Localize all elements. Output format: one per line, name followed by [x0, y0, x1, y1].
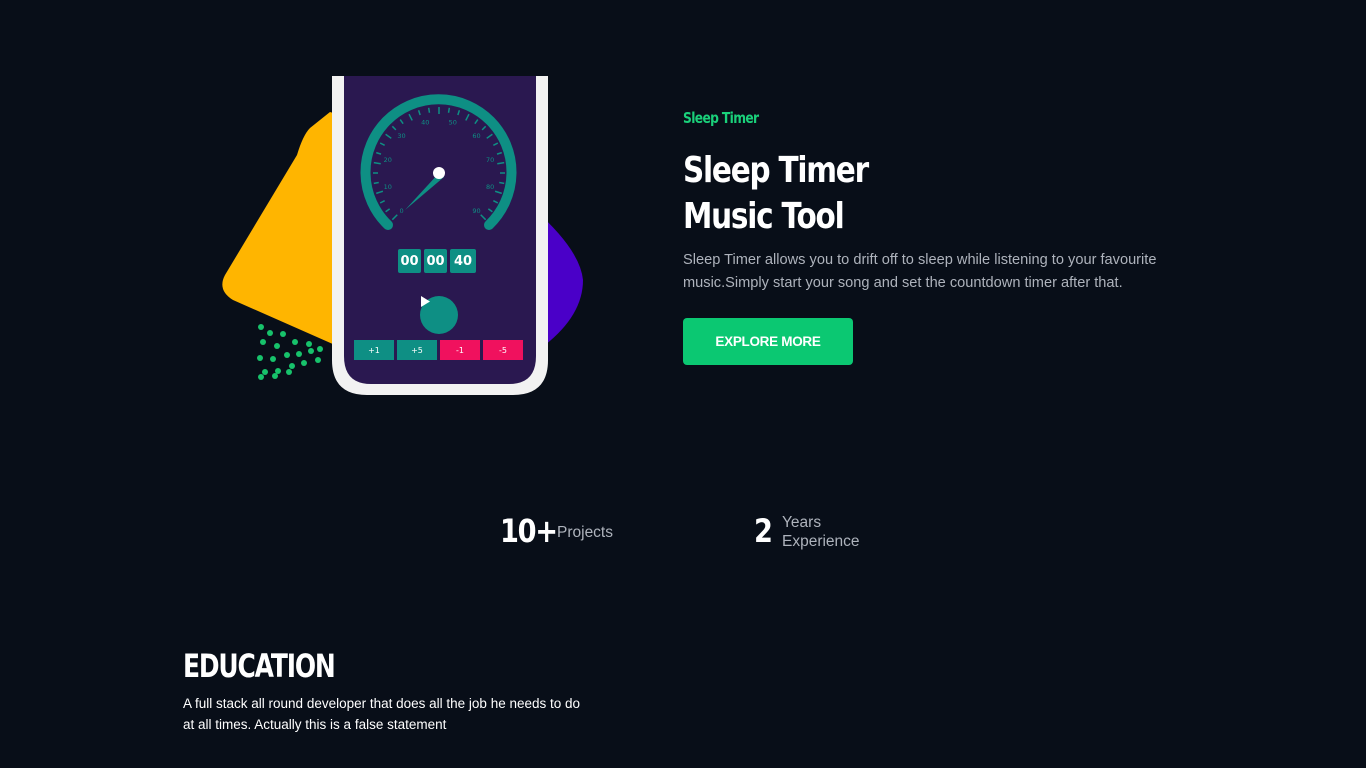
education-description: A full stack all round developer that do…	[183, 696, 581, 732]
gauge-tick-label: 20	[384, 156, 392, 164]
minus-one-button[interactable]: -1	[440, 340, 480, 360]
gauge-tick	[373, 181, 379, 185]
gauge-tick-label: 10	[384, 183, 392, 191]
gauge-tick	[499, 181, 505, 185]
years-count: 2	[754, 512, 773, 550]
projects-count: 10+	[500, 512, 558, 550]
hero-title-line-1: Sleep Timer	[683, 150, 869, 191]
hero-title-line-2: Music Tool	[683, 196, 845, 237]
hero-description: Sleep Timer allows you to drift off to s…	[683, 252, 1157, 291]
gauge-tick-label: 70	[486, 156, 494, 164]
timer-seconds: 40	[450, 249, 476, 273]
gauge-tick	[447, 107, 451, 113]
plus-one-button[interactable]: +1	[354, 340, 394, 360]
phone-screen	[344, 76, 536, 384]
gauge-tick-label: 60	[472, 132, 480, 140]
hero-eyebrow: Sleep Timer	[683, 109, 759, 127]
gauge-tick-label: 80	[486, 183, 494, 191]
gauge-tick-label: 90	[472, 207, 480, 215]
stat-years: 2 Years Experience	[754, 512, 860, 550]
gauge-tick-label: 40	[421, 118, 429, 126]
education-title: EDUCATION	[183, 647, 336, 685]
countdown-display: 00 00 40	[398, 249, 476, 273]
yellow-shape	[222, 112, 340, 345]
explore-more-button[interactable]: EXPLORE MORE	[683, 318, 853, 365]
play-icon	[421, 296, 430, 307]
gauge-tick-label: 0	[399, 207, 403, 215]
hero-title: Sleep Timer Music Tool	[683, 148, 869, 240]
gauge-tick-label: 30	[397, 132, 405, 140]
stat-projects: 10+ Projects	[500, 512, 613, 550]
play-button[interactable]	[420, 296, 458, 334]
plus-five-button[interactable]: +5	[397, 340, 437, 360]
gauge-tick-label: 50	[449, 118, 457, 126]
portfolio-page: 0 10 20 30 40 50 60 70 80 90 00 00 40 +1 +5 -1 -5…	[0, 0, 1366, 768]
sleep-timer-illustration: 0 10 20 30 40 50 60 70 80 90 00 00 40 +1 +5 -1 -5	[215, 70, 595, 400]
projects-label: Projects	[557, 524, 613, 541]
minus-five-button[interactable]: -5	[483, 340, 523, 360]
gauge-tick	[427, 107, 431, 113]
years-label: Years Experience	[782, 514, 860, 550]
timer-hours: 00	[398, 249, 421, 273]
adjust-buttons: +1 +5 -1 -5	[354, 340, 523, 360]
timer-minutes: 00	[424, 249, 447, 273]
